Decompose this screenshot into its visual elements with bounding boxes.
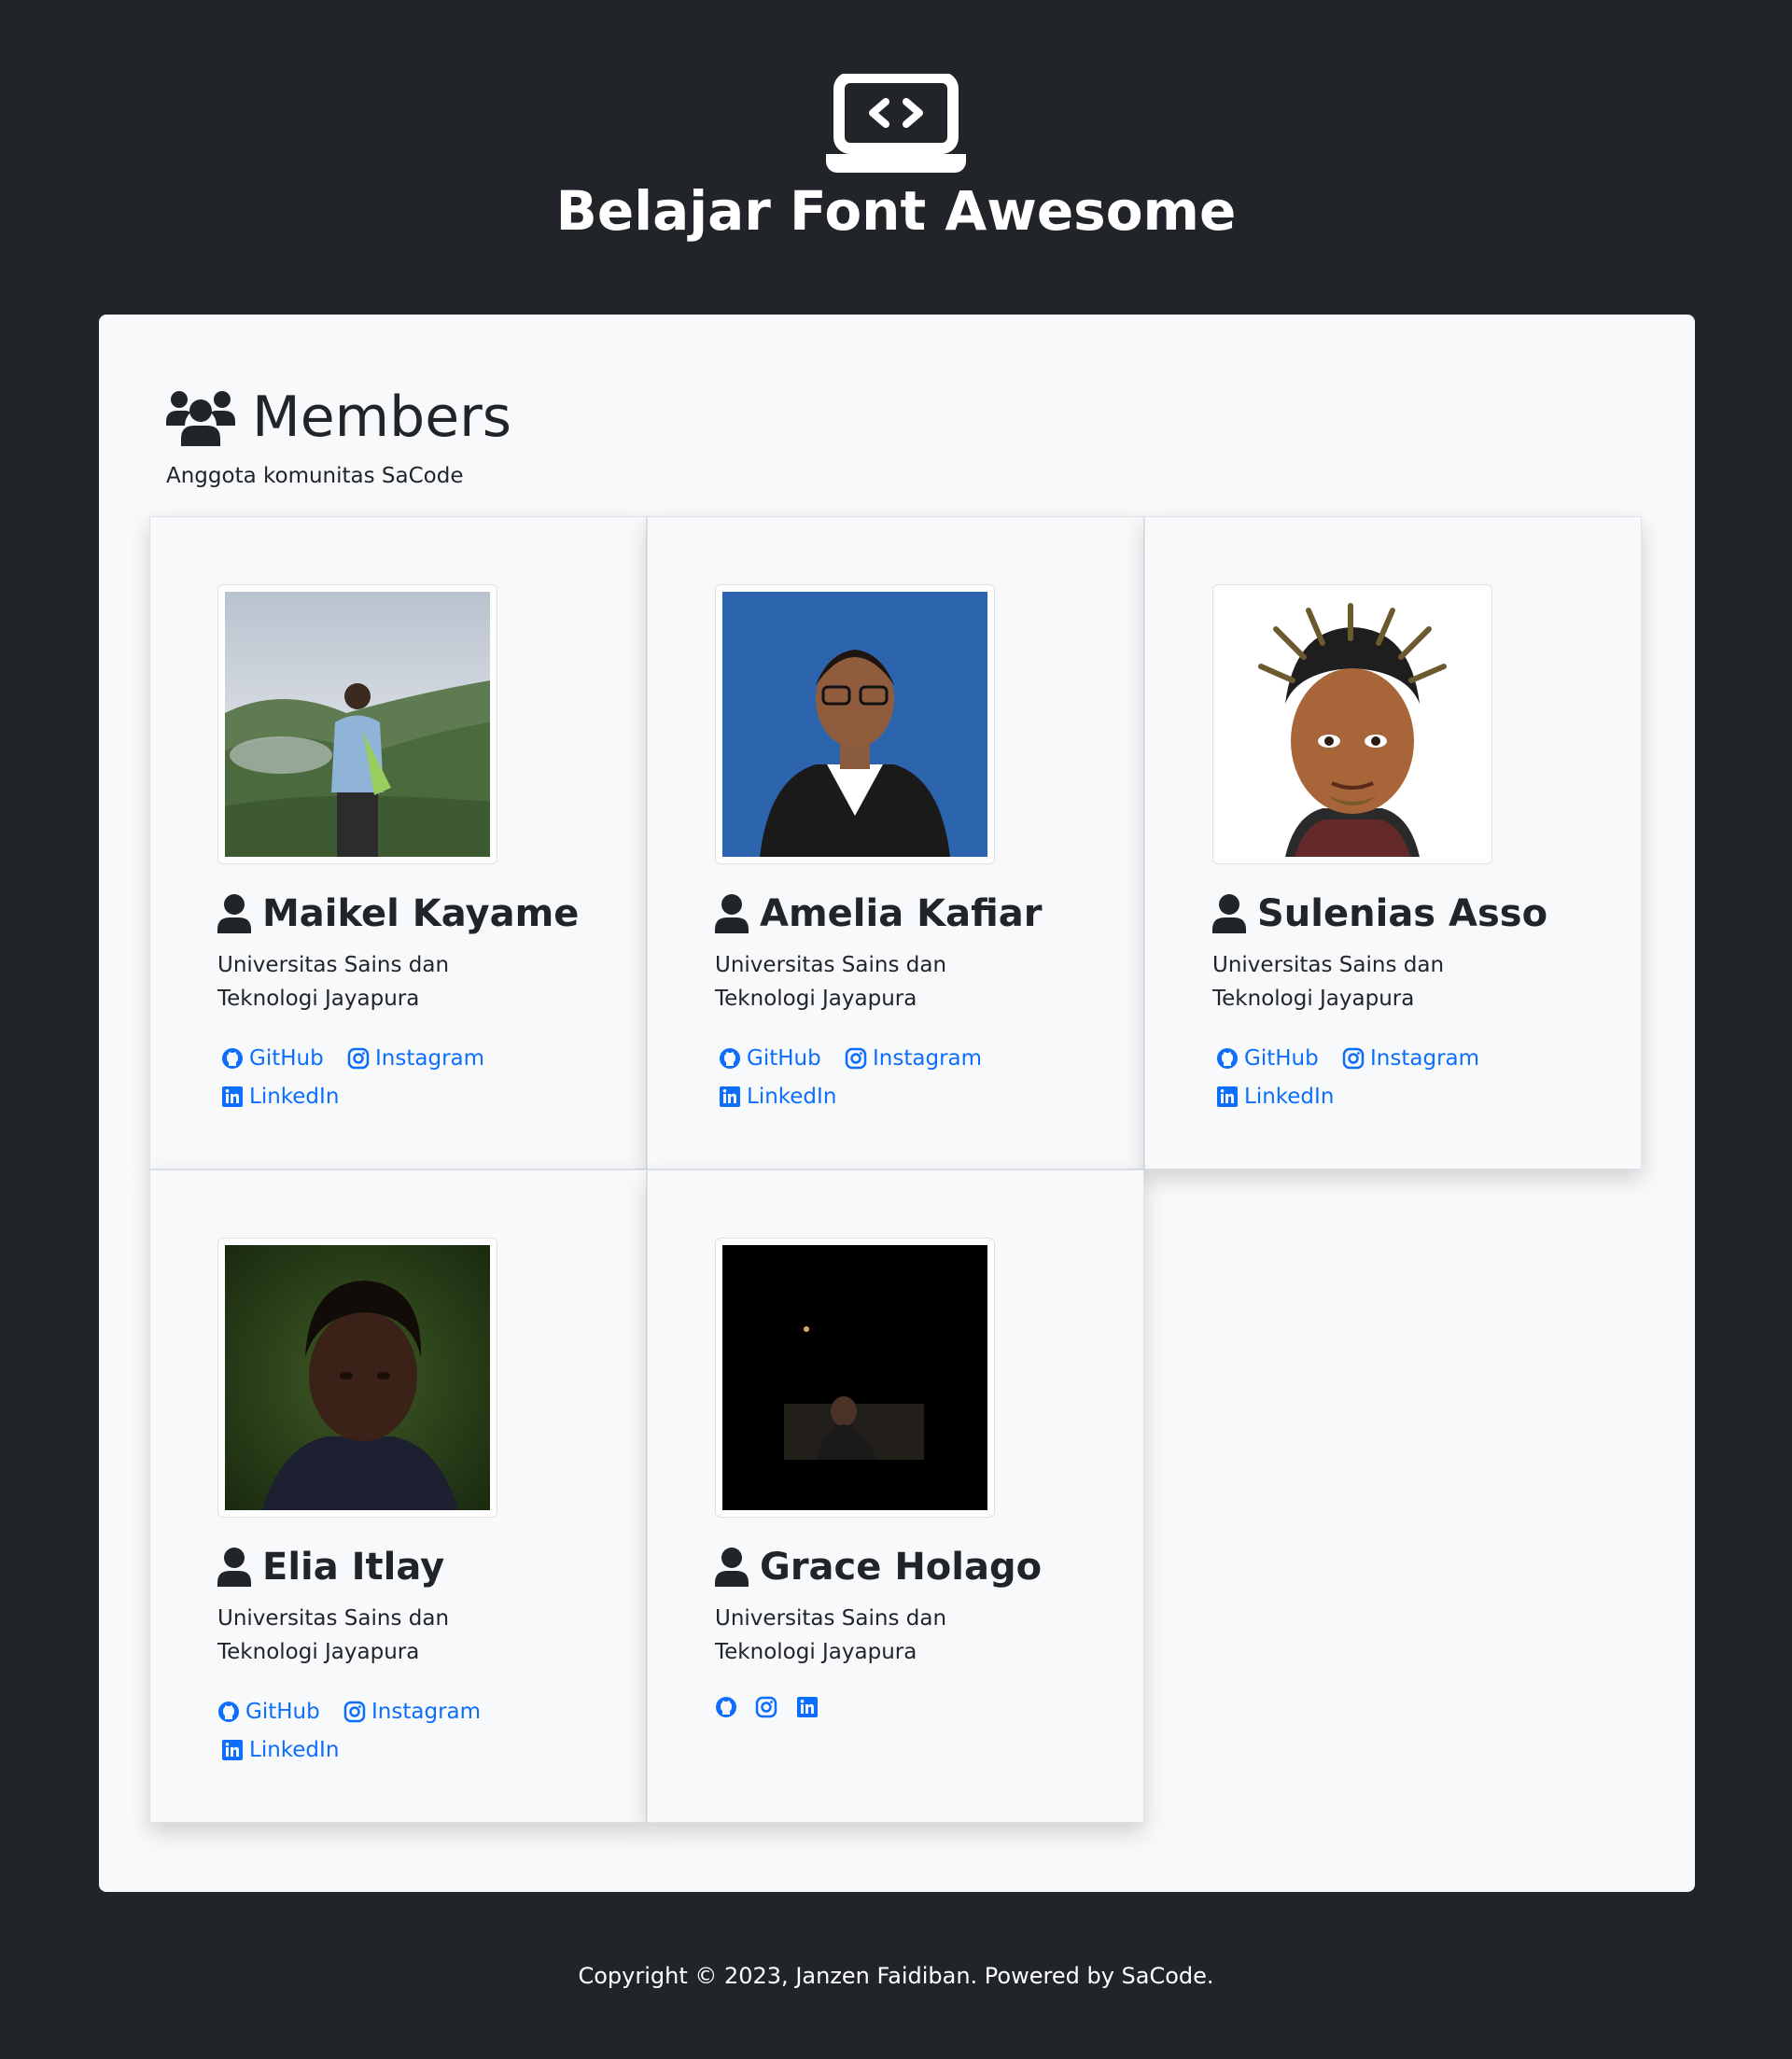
- github-icon: [1217, 1048, 1238, 1069]
- member-card: Elia Itlay Universitas Sains dan Teknolo…: [149, 1170, 647, 1823]
- member-photo-frame: [217, 1238, 497, 1518]
- member-card: Maikel Kayame Universitas Sains dan Tekn…: [149, 516, 647, 1170]
- member-links: GitHub Instagram LinkedIn: [217, 1042, 553, 1118]
- member-university: Universitas Sains dan Teknologi Jayapura: [1212, 953, 1445, 1011]
- linkedin-icon: [222, 1086, 243, 1107]
- users-icon: [166, 391, 235, 446]
- member-links: GitHub Instagram LinkedIn: [217, 1695, 553, 1772]
- member-card: Amelia Kafiar Universitas Sains dan Tekn…: [647, 516, 1144, 1170]
- instagram-icon: [347, 1047, 370, 1070]
- user-icon: [217, 1548, 251, 1587]
- member-name-row: Grace Holago: [715, 1544, 1042, 1590]
- user-icon: [217, 894, 251, 933]
- member-photo: [722, 1245, 987, 1510]
- linkedin-link[interactable]: LinkedIn: [217, 1733, 339, 1767]
- member-links: GitHub Instagram LinkedIn: [1212, 1042, 1548, 1118]
- instagram-link[interactable]: Instagram: [841, 1042, 982, 1075]
- member-name-row: Maikel Kayame: [217, 890, 579, 937]
- github-link[interactable]: GitHub: [1212, 1042, 1319, 1075]
- member-photo: [722, 592, 987, 857]
- member-university: Universitas Sains dan Teknologi Jayapura: [217, 953, 450, 1011]
- linkedin-link[interactable]: [796, 1696, 819, 1718]
- instagram-link[interactable]: [755, 1696, 777, 1718]
- member-links: [715, 1695, 1051, 1729]
- site-header: Belajar Font Awesome: [0, 0, 1792, 314]
- member-name-row: Elia Itlay: [217, 1544, 444, 1590]
- github-link[interactable]: GitHub: [715, 1042, 821, 1075]
- member-card: Grace Holago Universitas Sains dan Tekno…: [647, 1170, 1144, 1823]
- instagram-link[interactable]: Instagram: [343, 1042, 484, 1075]
- member-university: Universitas Sains dan Teknologi Jayapura: [715, 1606, 947, 1664]
- member-university: Universitas Sains dan Teknologi Jayapura: [217, 1606, 450, 1664]
- user-icon: [715, 894, 749, 933]
- member-name-row: Amelia Kafiar: [715, 890, 1042, 937]
- github-icon: [720, 1048, 740, 1069]
- member-name: Sulenias Asso: [1257, 892, 1548, 935]
- member-photo: [1220, 592, 1485, 857]
- instagram-link[interactable]: Instagram: [340, 1695, 481, 1729]
- user-icon: [715, 1548, 749, 1587]
- member-card: Sulenias Asso Universitas Sains dan Tekn…: [1144, 516, 1642, 1170]
- members-panel: Members Anggota komunitas SaCode Maikel …: [99, 315, 1695, 1892]
- github-icon: [218, 1702, 239, 1722]
- footer-copyright: Copyright © 2023, Janzen Faidiban. Power…: [578, 1963, 1214, 1989]
- member-photo-frame: [217, 584, 497, 864]
- members-heading: Members: [166, 383, 511, 452]
- linkedin-icon: [1217, 1086, 1238, 1107]
- member-name-row: Sulenias Asso: [1212, 890, 1547, 937]
- linkedin-link[interactable]: LinkedIn: [217, 1080, 339, 1114]
- member-name: Elia Itlay: [262, 1546, 445, 1589]
- member-photo-frame: [715, 1238, 995, 1518]
- github-icon: [222, 1048, 243, 1069]
- linkedin-icon: [796, 1697, 818, 1717]
- github-icon: [716, 1697, 736, 1717]
- member-name: Maikel Kayame: [262, 892, 580, 935]
- member-university: Universitas Sains dan Teknologi Jayapura: [715, 953, 947, 1011]
- member-photo: [225, 1245, 490, 1510]
- member-photo-frame: [1212, 584, 1492, 864]
- linkedin-icon: [720, 1086, 740, 1107]
- member-links: GitHub Instagram LinkedIn: [715, 1042, 1051, 1118]
- members-subtitle: Anggota komunitas SaCode: [166, 464, 464, 488]
- instagram-icon: [1342, 1047, 1365, 1070]
- member-name: Amelia Kafiar: [760, 892, 1043, 935]
- linkedin-link[interactable]: LinkedIn: [715, 1080, 836, 1114]
- instagram-icon: [756, 1696, 777, 1718]
- user-icon: [1212, 894, 1246, 933]
- instagram-link[interactable]: Instagram: [1338, 1042, 1479, 1075]
- linkedin-icon: [222, 1740, 243, 1760]
- member-photo: [225, 592, 490, 857]
- github-link[interactable]: GitHub: [217, 1695, 320, 1729]
- members-title: Members: [252, 385, 512, 450]
- linkedin-link[interactable]: LinkedIn: [1212, 1080, 1334, 1114]
- instagram-icon: [343, 1701, 366, 1723]
- github-link[interactable]: [715, 1696, 737, 1718]
- instagram-icon: [845, 1047, 867, 1070]
- member-name: Grace Holago: [760, 1546, 1043, 1589]
- github-link[interactable]: GitHub: [217, 1042, 324, 1075]
- member-photo-frame: [715, 584, 995, 864]
- site-title: Belajar Font Awesome: [555, 179, 1237, 243]
- laptop-code-icon: [826, 72, 966, 173]
